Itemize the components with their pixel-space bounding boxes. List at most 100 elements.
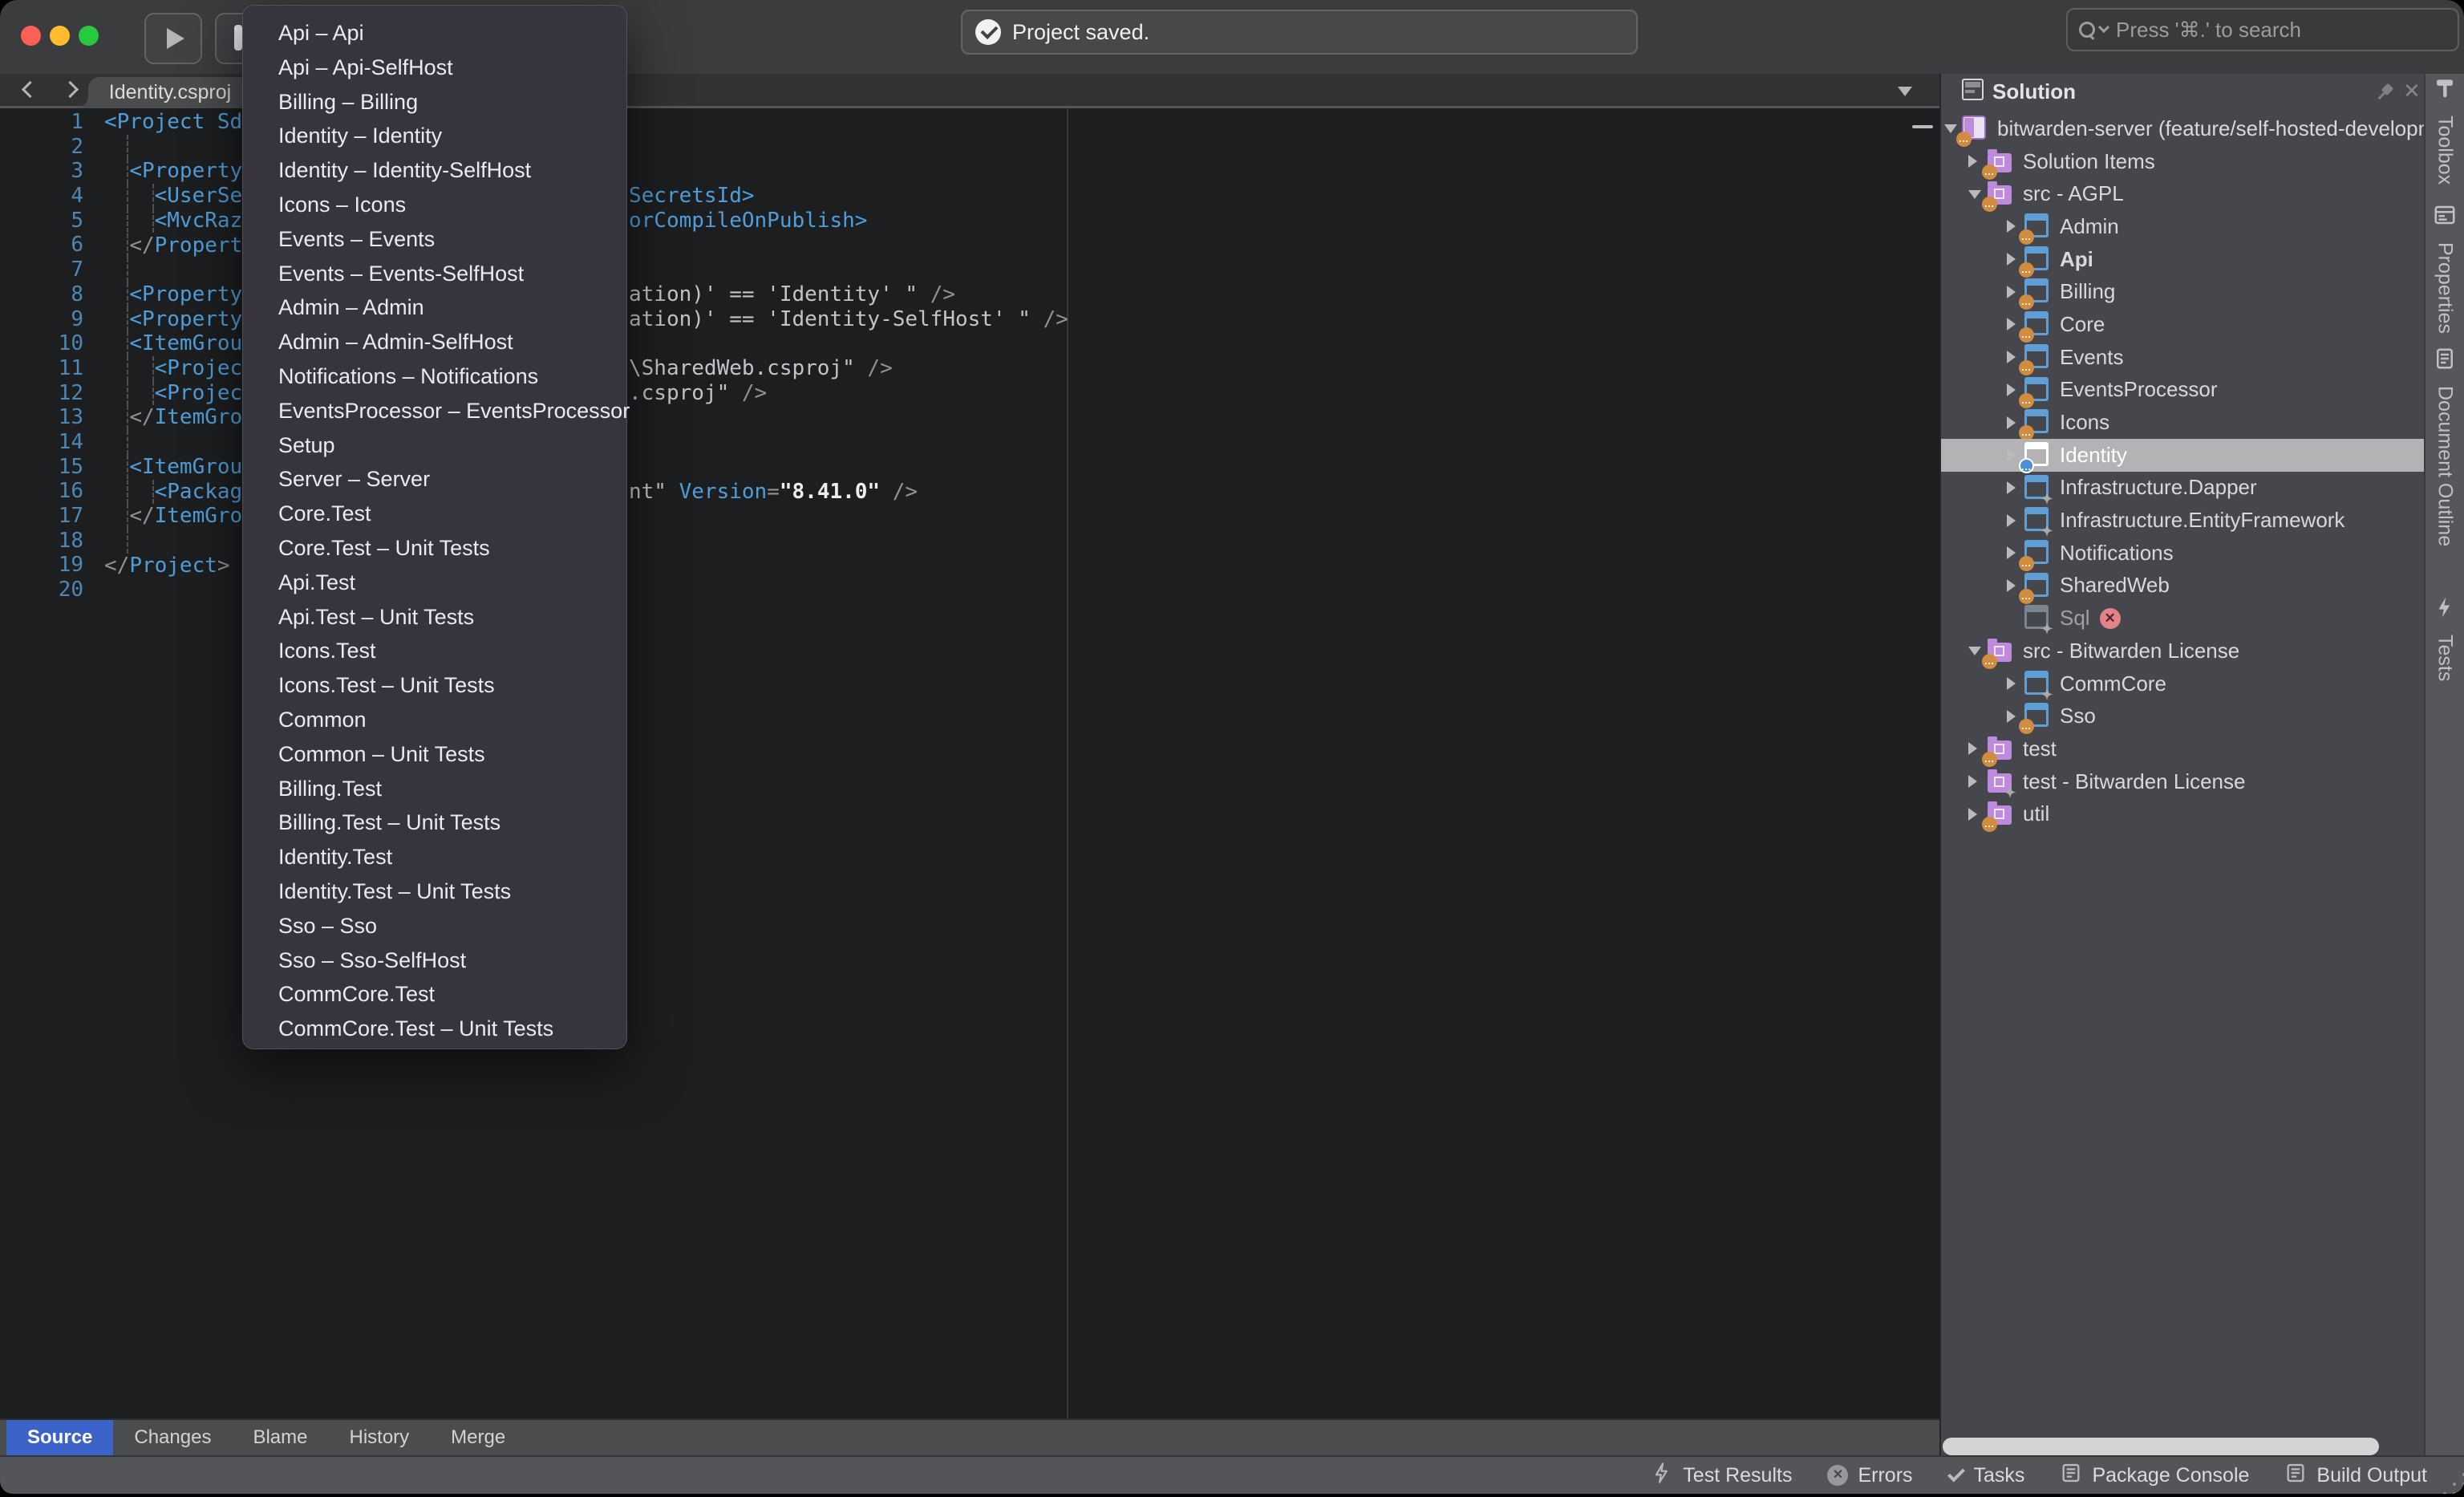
run-config-menu-item[interactable]: Common bbox=[243, 703, 626, 737]
dock-item-document-outline[interactable]: Document Outline bbox=[2426, 347, 2464, 546]
status-build-output[interactable]: Build Output bbox=[2284, 1462, 2427, 1490]
run-config-menu-item[interactable]: Server – Server bbox=[243, 462, 626, 497]
tree-row-bitwarden-server-feature-self-hosted-development-[interactable]: …bitwarden-server (feature/self-hosted-d… bbox=[1941, 112, 2424, 145]
search-input[interactable]: Press '⌘.' to search bbox=[2066, 8, 2459, 51]
run-config-menu-item[interactable]: Api – Api-SelfHost bbox=[243, 51, 626, 85]
status-test-results[interactable]: Test Results bbox=[1651, 1462, 1792, 1490]
expand-icon[interactable] bbox=[2007, 286, 2016, 298]
tab-blame[interactable]: Blame bbox=[232, 1420, 328, 1455]
navigate-forward-icon[interactable] bbox=[62, 81, 79, 98]
run-config-menu-item[interactable]: Common – Unit Tests bbox=[243, 737, 626, 772]
tree-row-sharedweb[interactable]: …SharedWeb bbox=[1941, 570, 2424, 602]
tree-row-util[interactable]: …util bbox=[1941, 797, 2424, 830]
run-config-menu-item[interactable]: Sso – Sso bbox=[243, 909, 626, 943]
status-errors[interactable]: ✕Errors bbox=[1827, 1464, 1912, 1487]
run-config-menu-item[interactable]: Api.Test bbox=[243, 566, 626, 600]
tree-row-test-bitwarden-license[interactable]: ✦test - Bitwarden License bbox=[1941, 765, 2424, 798]
run-config-menu-item[interactable]: Core.Test – Unit Tests bbox=[243, 531, 626, 566]
run-config-menu-item[interactable]: Api.Test – Unit Tests bbox=[243, 600, 626, 635]
run-config-menu-item[interactable]: Identity.Test bbox=[243, 840, 626, 874]
collapse-icon[interactable] bbox=[1968, 190, 1981, 199]
tree-row-test[interactable]: …test bbox=[1941, 732, 2424, 765]
tree-row-src-bitwarden-license[interactable]: …src - Bitwarden License bbox=[1941, 635, 2424, 667]
run-config-menu-item[interactable]: Identity – Identity bbox=[243, 119, 626, 153]
run-config-menu-item[interactable]: Events – Events-SelfHost bbox=[243, 257, 626, 291]
tree-row-infrastructure-dapper[interactable]: ✦Infrastructure.Dapper bbox=[1941, 472, 2424, 505]
tab-identity-csproj[interactable]: Identity.csproj bbox=[88, 77, 252, 108]
expand-icon[interactable] bbox=[1968, 742, 1977, 755]
run-config-menu-item[interactable]: Icons – Icons bbox=[243, 188, 626, 222]
tree-row-billing[interactable]: …Billing bbox=[1941, 275, 2424, 308]
tab-history[interactable]: History bbox=[328, 1420, 430, 1455]
expand-icon[interactable] bbox=[2007, 448, 2016, 461]
tree-row-solution-items[interactable]: …Solution Items bbox=[1941, 145, 2424, 178]
run-config-menu-item[interactable]: Icons.Test – Unit Tests bbox=[243, 668, 626, 703]
expand-icon[interactable] bbox=[2007, 481, 2016, 494]
tree-row-core[interactable]: …Core bbox=[1941, 308, 2424, 341]
tab-changes[interactable]: Changes bbox=[113, 1420, 232, 1455]
run-config-menu-item[interactable]: Events – Events bbox=[243, 222, 626, 257]
tree-row-commcore[interactable]: ✦CommCore bbox=[1941, 667, 2424, 700]
dock-item-properties[interactable]: Properties bbox=[2426, 203, 2464, 334]
run-button[interactable] bbox=[144, 13, 202, 64]
status-package-console[interactable]: Package Console bbox=[2060, 1462, 2249, 1490]
tree-row-sso[interactable]: …Sso bbox=[1941, 700, 2424, 732]
run-config-menu-item[interactable]: Billing.Test – Unit Tests bbox=[243, 805, 626, 840]
expand-icon[interactable] bbox=[1968, 808, 1977, 821]
run-config-menu-item[interactable]: CommCore.Test – Unit Tests bbox=[243, 1012, 626, 1046]
tree-row-identity[interactable]: …Identity bbox=[1941, 439, 2424, 472]
expand-icon[interactable] bbox=[2007, 514, 2016, 527]
expand-icon[interactable] bbox=[2007, 383, 2016, 396]
tree-row-notifications[interactable]: …Notifications bbox=[1941, 537, 2424, 570]
expand-icon[interactable] bbox=[2007, 710, 2016, 723]
tab-merge[interactable]: Merge bbox=[430, 1420, 526, 1455]
tree-row-src-agpl[interactable]: …src - AGPL bbox=[1941, 177, 2424, 210]
traffic-light-close[interactable] bbox=[21, 26, 41, 46]
collapse-icon[interactable] bbox=[1944, 124, 1957, 133]
run-config-menu-item[interactable]: Notifications – Notifications bbox=[243, 359, 626, 394]
run-config-menu-item[interactable]: Setup bbox=[243, 428, 626, 463]
tree-row-infrastructure-entityframework[interactable]: ✦Infrastructure.EntityFramework bbox=[1941, 504, 2424, 537]
tree-row-api[interactable]: …Api bbox=[1941, 243, 2424, 276]
run-config-menu-item[interactable]: Admin – Admin bbox=[243, 290, 626, 325]
tree-row-events[interactable]: …Events bbox=[1941, 341, 2424, 374]
expand-icon[interactable] bbox=[2007, 677, 2016, 690]
run-config-menu-item[interactable]: EventsProcessor – EventsProcessor bbox=[243, 394, 626, 428]
run-config-menu-item[interactable]: Identity – Identity-SelfHost bbox=[243, 153, 626, 188]
expand-icon[interactable] bbox=[2007, 318, 2016, 331]
run-config-menu-item[interactable]: Billing – Billing bbox=[243, 85, 626, 120]
expand-icon[interactable] bbox=[2007, 579, 2016, 592]
tab-source[interactable]: Source bbox=[6, 1420, 113, 1455]
expand-icon[interactable] bbox=[2007, 546, 2016, 559]
close-icon[interactable]: ✕ bbox=[2403, 79, 2421, 103]
status-tasks[interactable]: Tasks bbox=[1948, 1464, 2025, 1487]
dock-item-toolbox[interactable]: Toolbox bbox=[2426, 76, 2464, 185]
expand-icon[interactable] bbox=[1968, 155, 1977, 168]
expand-icon[interactable] bbox=[2007, 220, 2016, 233]
run-config-menu-item[interactable]: Sso – Sso-SelfHost bbox=[243, 943, 626, 978]
pin-icon[interactable] bbox=[2370, 78, 2400, 108]
expand-icon[interactable] bbox=[1968, 775, 1977, 788]
expand-icon[interactable] bbox=[2007, 351, 2016, 363]
tree-row-sql[interactable]: ✦Sql✕ bbox=[1941, 602, 2424, 635]
navigate-back-icon[interactable] bbox=[22, 81, 38, 98]
run-config-menu-item[interactable]: CommCore.Test bbox=[243, 977, 626, 1012]
tab-overflow-icon[interactable] bbox=[1898, 87, 1912, 96]
dock-item-tests[interactable]: Tests bbox=[2426, 595, 2464, 681]
traffic-light-zoom[interactable] bbox=[79, 26, 99, 46]
horizontal-scrollbar[interactable] bbox=[1943, 1438, 2379, 1455]
tree-row-admin[interactable]: …Admin bbox=[1941, 210, 2424, 243]
traffic-light-minimize[interactable] bbox=[50, 26, 70, 46]
tree-row-icons[interactable]: …Icons bbox=[1941, 406, 2424, 439]
tree-row-eventsprocessor[interactable]: …EventsProcessor bbox=[1941, 374, 2424, 407]
run-config-menu-item[interactable]: Icons.Test bbox=[243, 634, 626, 668]
expand-icon[interactable] bbox=[2007, 253, 2016, 266]
resize-grip[interactable] bbox=[2453, 1483, 2456, 1486]
run-config-menu-item[interactable]: Api – Api bbox=[243, 16, 626, 51]
collapse-icon[interactable] bbox=[1968, 647, 1981, 655]
run-config-menu-item[interactable]: Billing.Test bbox=[243, 772, 626, 806]
run-config-menu-item[interactable]: Admin – Admin-SelfHost bbox=[243, 325, 626, 359]
expand-icon[interactable] bbox=[2007, 416, 2016, 429]
run-config-menu-item[interactable]: Core.Test bbox=[243, 497, 626, 531]
run-config-menu-item[interactable]: Identity.Test – Unit Tests bbox=[243, 874, 626, 909]
